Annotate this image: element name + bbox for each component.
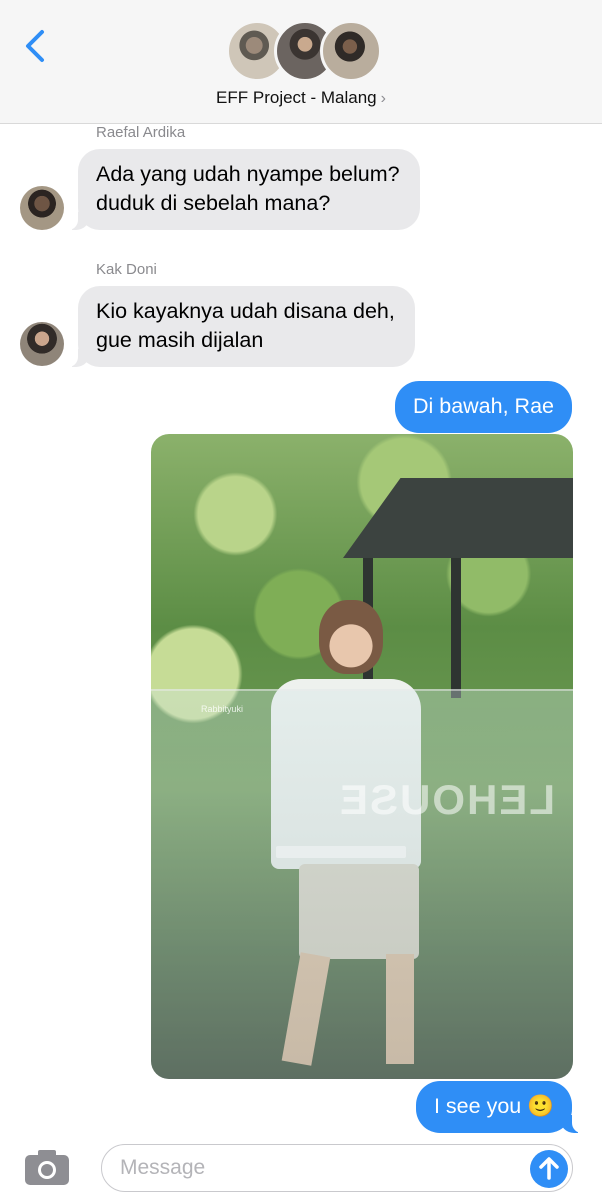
outgoing-message-bubble[interactable]: Di bawah, Rae [394, 381, 572, 433]
sender-name: Kak Doni [96, 261, 157, 278]
composer-bar [0, 1134, 602, 1200]
message-text: I see you [433, 1094, 522, 1118]
chevron-left-icon [26, 30, 44, 62]
send-button[interactable] [530, 1150, 568, 1188]
chat-header: EFF Project - Malang › [0, 0, 602, 124]
photo-chair [276, 846, 406, 858]
photo-attachment[interactable]: LEHOUSE Rabbityuki [151, 434, 573, 1079]
group-avatars[interactable] [226, 20, 382, 82]
camera-icon [25, 1150, 69, 1185]
photo-person-head [319, 600, 383, 674]
incoming-message-bubble[interactable]: Ada yang udah nyampe belum? duduk di seb… [66, 149, 420, 230]
message-line: duduk di sebelah mana? [96, 191, 331, 215]
chevron-right-icon: › [380, 90, 386, 107]
avatar [320, 20, 382, 82]
message-input[interactable] [120, 1145, 520, 1191]
message-line: Kio kayaknya udah disana deh, [96, 299, 395, 323]
back-button[interactable] [18, 24, 54, 68]
photo-glass-panel [151, 689, 573, 1079]
avatar[interactable] [20, 186, 64, 230]
message-line: gue masih dijalan [96, 328, 264, 352]
camera-button[interactable] [24, 1148, 70, 1186]
group-title[interactable]: EFF Project - Malang › [0, 88, 602, 108]
message-text: Di bawah, Rae [412, 394, 554, 418]
slightly-smiling-emoji: 🙂 [527, 1094, 554, 1118]
outgoing-message-bubble[interactable]: I see you 🙂 [415, 1081, 585, 1133]
sender-name: Raefal Ardika [96, 124, 186, 141]
photo-gazebo-post [451, 558, 461, 698]
photo-glass-lettering: LEHOUSE [337, 776, 555, 823]
arrow-up-icon [539, 1157, 559, 1180]
message-field[interactable] [101, 1144, 573, 1192]
avatar[interactable] [20, 322, 64, 366]
group-name: EFF Project - Malang [216, 88, 377, 107]
photo-watermark: Rabbityuki [201, 704, 244, 714]
message-line: Ada yang udah nyampe belum? [96, 162, 400, 186]
incoming-message-bubble[interactable]: Kio kayaknya udah disana deh, gue masih … [66, 286, 415, 367]
